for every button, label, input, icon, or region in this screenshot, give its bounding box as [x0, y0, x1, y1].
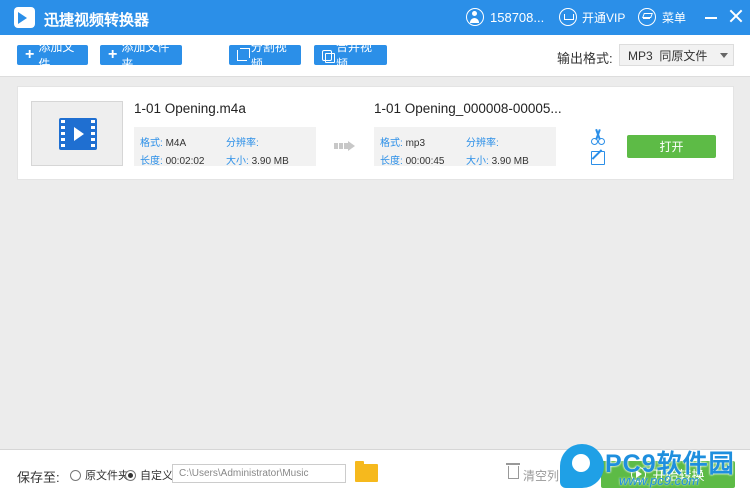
menu-label: 菜单 — [662, 10, 687, 25]
source-file-info: 格式: M4A 分辨率: 长度: 00:02:02 大小: 3.90 MB — [134, 127, 316, 167]
radio-custom[interactable]: 自定义 — [125, 467, 173, 483]
watermark-url: www.pc9.com — [619, 473, 700, 488]
video-file-icon — [59, 118, 97, 150]
chevron-down-icon — [720, 53, 728, 58]
trash-icon[interactable] — [506, 463, 520, 479]
folder-icon[interactable] — [355, 461, 378, 482]
file-list-item: 1-01 Opening.m4a 格式: M4A 分辨率: 长度: 00:02:… — [17, 86, 734, 180]
watermark: PC9软件园 www.pc9.com — [555, 438, 750, 497]
add-folder-label: 添加文件夹 — [121, 40, 170, 71]
user-icon — [466, 8, 484, 26]
app-logo-icon — [14, 7, 35, 28]
merge-video-label: 合并视频 — [336, 40, 373, 71]
open-vip-button[interactable]: 开通VIP — [559, 8, 625, 26]
output-format-select[interactable]: MP3 同原文件 — [619, 44, 734, 66]
file-thumbnail[interactable] — [31, 101, 123, 166]
plus-icon: + — [25, 46, 35, 63]
output-format-label: 输出格式: — [557, 51, 613, 66]
add-folder-button[interactable]: + 添加文件夹 — [100, 40, 182, 71]
user-account-button[interactable]: 158708... — [466, 8, 544, 26]
user-id: 158708... — [490, 9, 545, 25]
merge-video-button[interactable]: 合并视频 — [314, 40, 387, 71]
source-duration: 长度: 00:02:02 — [140, 156, 205, 167]
open-button[interactable]: 打开 — [627, 135, 716, 158]
radio-custom-label: 自定义 — [140, 470, 173, 482]
scissors-icon[interactable] — [591, 129, 605, 145]
title-bar: 迅捷视频转换器 158708... 开通VIP 菜单 — [0, 0, 750, 35]
output-duration: 长度: 00:00:45 — [380, 156, 445, 167]
split-video-button[interactable]: 分割视频 — [229, 40, 301, 71]
menu-button[interactable]: 菜单 — [638, 8, 686, 26]
output-format: 格式: mp3 — [380, 138, 426, 149]
radio-selected-icon — [125, 469, 136, 481]
output-format-value: MP3 同原文件 — [628, 48, 708, 63]
convert-arrow-icon — [334, 141, 356, 151]
layers-icon — [638, 8, 656, 26]
minimize-icon[interactable] — [705, 17, 717, 19]
crop-icon — [237, 47, 250, 61]
save-to-label: 保存至: — [17, 470, 60, 485]
close-icon[interactable] — [729, 9, 743, 23]
edit-icon[interactable] — [591, 151, 605, 165]
add-file-button[interactable]: + 添加文件 — [17, 40, 88, 71]
source-format: 格式: M4A — [140, 138, 187, 149]
vip-label: 开通VIP — [582, 10, 626, 25]
save-path-input[interactable] — [172, 464, 346, 483]
output-size: 大小: 3.90 MB — [466, 156, 529, 167]
cart-icon — [559, 8, 577, 26]
output-resolution: 分辨率: — [466, 138, 499, 149]
merge-icon — [322, 49, 336, 63]
plus-icon: + — [108, 46, 118, 63]
add-file-label: 添加文件 — [38, 40, 75, 71]
clear-list-button[interactable]: 清空列 — [523, 467, 559, 484]
radio-icon — [70, 469, 81, 481]
toolbar: + 添加文件 + 添加文件夹 分割视频 合并视频 输出格式: MP3 同原文件 — [0, 35, 750, 77]
output-file-info: 格式: mp3 分辨率: 长度: 00:00:45 大小: 3.90 MB — [374, 127, 556, 167]
source-size: 大小: 3.90 MB — [226, 156, 289, 167]
radio-original-folder[interactable]: 原文件夹 — [70, 467, 129, 483]
radio-original-label: 原文件夹 — [85, 470, 129, 482]
source-file-name: 1-01 Opening.m4a — [134, 101, 246, 116]
split-video-label: 分割视频 — [250, 40, 287, 71]
app-title: 迅捷视频转换器 — [44, 12, 150, 29]
source-resolution: 分辨率: — [226, 138, 259, 149]
watermark-logo-icon — [560, 444, 604, 488]
output-file-name: 1-01 Opening_000008-00005... — [374, 101, 562, 116]
